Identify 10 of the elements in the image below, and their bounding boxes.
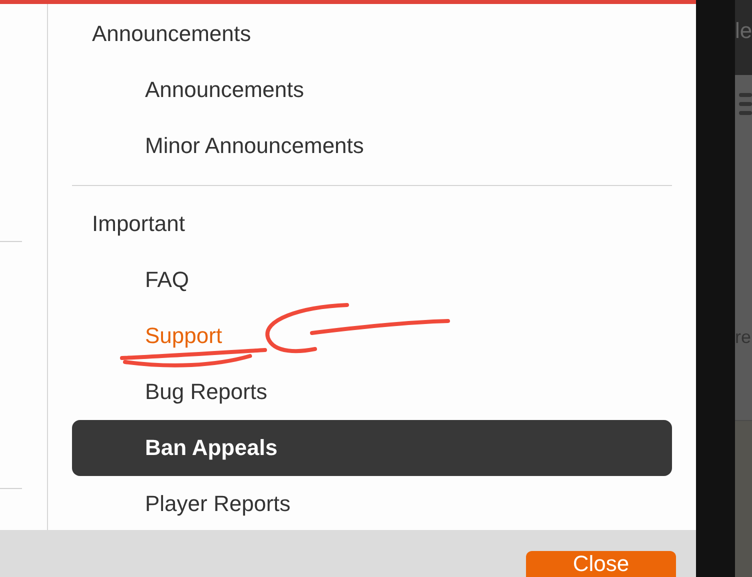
menu-icon[interactable] — [739, 93, 752, 115]
menu-item[interactable]: Bug Reports — [72, 364, 672, 420]
menu-group-heading: Announcements — [91, 20, 251, 48]
menu-item[interactable]: Player Reports — [72, 476, 672, 530]
menu-item[interactable]: Ban Appeals — [72, 420, 672, 476]
menu-item[interactable]: Minor Announcements — [72, 118, 672, 174]
menu-item[interactable]: FAQ — [72, 252, 672, 308]
menu-group-heading: Important — [91, 210, 185, 238]
menu-item[interactable]: Announcements — [72, 62, 672, 118]
header-text: le — [735, 18, 752, 44]
